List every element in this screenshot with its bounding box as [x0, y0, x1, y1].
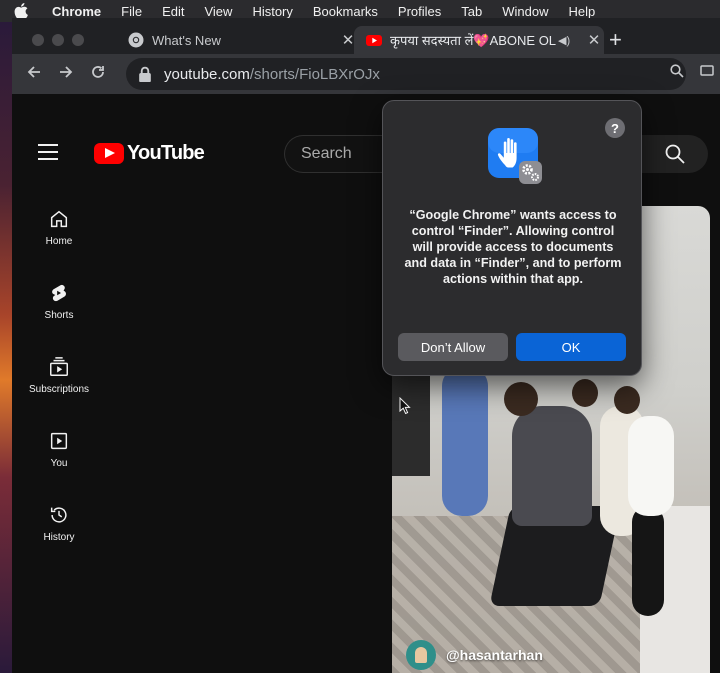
video-scene-person [442, 366, 488, 516]
sidebar-item-subscriptions[interactable]: Subscriptions [12, 338, 106, 412]
search-button[interactable] [642, 135, 708, 173]
home-icon [50, 210, 68, 227]
dialog-message: “Google Chrome” wants access to control … [404, 208, 622, 286]
menu-profiles[interactable]: Profiles [388, 4, 451, 19]
tab-strip: What's New ✕ कृपया सदस्यता लें💖ABONE OL … [12, 18, 720, 54]
channel-name[interactable]: @hasantarhan [446, 647, 543, 663]
url-host: youtube.com [164, 65, 250, 83]
video-scene-person [512, 406, 592, 526]
tab-whats-new[interactable]: What's New ✕ [128, 26, 358, 54]
sidebar-item-label: Home [45, 235, 73, 247]
sidebar-item-you[interactable]: You [12, 412, 106, 486]
sidebar-item-label: Shorts [44, 309, 74, 321]
sidebar-item-label: You [50, 457, 68, 469]
search-input[interactable]: Search [284, 135, 394, 173]
video-scene-head [504, 382, 538, 416]
menu-view[interactable]: View [194, 4, 242, 19]
video-scene-head [614, 386, 640, 414]
tab-title: कृपया सदस्यता लें💖ABONE OL [390, 33, 557, 48]
speaker-icon[interactable]: ◀) [558, 34, 574, 47]
tab-title: What's New [152, 32, 221, 48]
menu-history[interactable]: History [242, 4, 302, 19]
permission-dialog: ? “Google Chrome” wants access to contro… [382, 100, 642, 376]
reload-icon [92, 65, 104, 78]
sidebar-item-home[interactable]: Home [12, 190, 106, 264]
menu-bookmarks[interactable]: Bookmarks [303, 4, 388, 19]
channel-avatar[interactable] [406, 640, 436, 670]
window-controls [32, 34, 84, 46]
close-window-button[interactable] [32, 34, 44, 46]
tab-youtube-short[interactable]: कृपया सदस्यता लें💖ABONE OL ◀) ✕ [354, 26, 604, 54]
cast-icon[interactable] [700, 64, 714, 78]
url-path: /shorts/FioLBXrOJx [249, 65, 380, 83]
browser-toolbar: youtube.com/shorts/FioLBXrOJx [12, 54, 720, 94]
back-button[interactable] [18, 64, 50, 85]
lock-icon[interactable] [138, 66, 152, 83]
sidebar-item-history[interactable]: History [12, 486, 106, 560]
back-arrow-icon [27, 65, 40, 78]
chrome-icon [128, 32, 144, 48]
sidebar-item-label: Subscriptions [28, 383, 90, 395]
youtube-logo[interactable]: YouTube [94, 142, 205, 165]
new-tab-button[interactable]: + [609, 27, 622, 53]
apple-icon[interactable] [14, 3, 40, 19]
shorts-icon [52, 284, 66, 301]
close-tab-icon[interactable]: ✕ [584, 31, 604, 49]
sidebar-item-label: History [43, 531, 75, 543]
youtube-favicon-icon [366, 35, 382, 46]
you-icon [50, 432, 68, 449]
forward-button[interactable] [50, 64, 82, 85]
sidebar-item-shorts[interactable]: Shorts [12, 264, 106, 338]
search-icon [665, 144, 685, 164]
accessibility-hand-icon [488, 128, 542, 184]
video-scene-person [628, 416, 674, 516]
menu-window[interactable]: Window [492, 4, 558, 19]
video-scene-head [572, 379, 598, 407]
toolbar-actions [670, 64, 714, 78]
video-scene-person [632, 506, 664, 616]
zoom-search-icon[interactable] [670, 64, 684, 78]
ok-button[interactable]: OK [516, 333, 626, 361]
reload-button[interactable] [82, 64, 114, 85]
address-bar[interactable]: youtube.com/shorts/FioLBXrOJx [126, 58, 686, 90]
dont-allow-button[interactable]: Don’t Allow [398, 333, 508, 361]
mouse-cursor-icon [399, 397, 411, 415]
hamburger-menu-icon[interactable] [38, 144, 58, 165]
forward-arrow-icon [60, 65, 73, 78]
help-button[interactable]: ? [605, 118, 625, 138]
youtube-play-icon [94, 143, 124, 164]
sidebar-nav: Home Shorts Subscriptions You History [12, 190, 106, 560]
minimize-window-button[interactable] [52, 34, 64, 46]
menu-app-chrome[interactable]: Chrome [42, 4, 111, 19]
channel-info[interactable]: @hasantarhan [406, 640, 543, 670]
menu-tab[interactable]: Tab [451, 4, 492, 19]
youtube-wordmark: YouTube [127, 142, 205, 164]
history-icon [50, 506, 67, 523]
menu-help[interactable]: Help [559, 4, 606, 19]
menu-file[interactable]: File [111, 4, 152, 19]
zoom-window-button[interactable] [72, 34, 84, 46]
menu-edit[interactable]: Edit [152, 4, 194, 19]
subscriptions-icon [50, 356, 68, 376]
